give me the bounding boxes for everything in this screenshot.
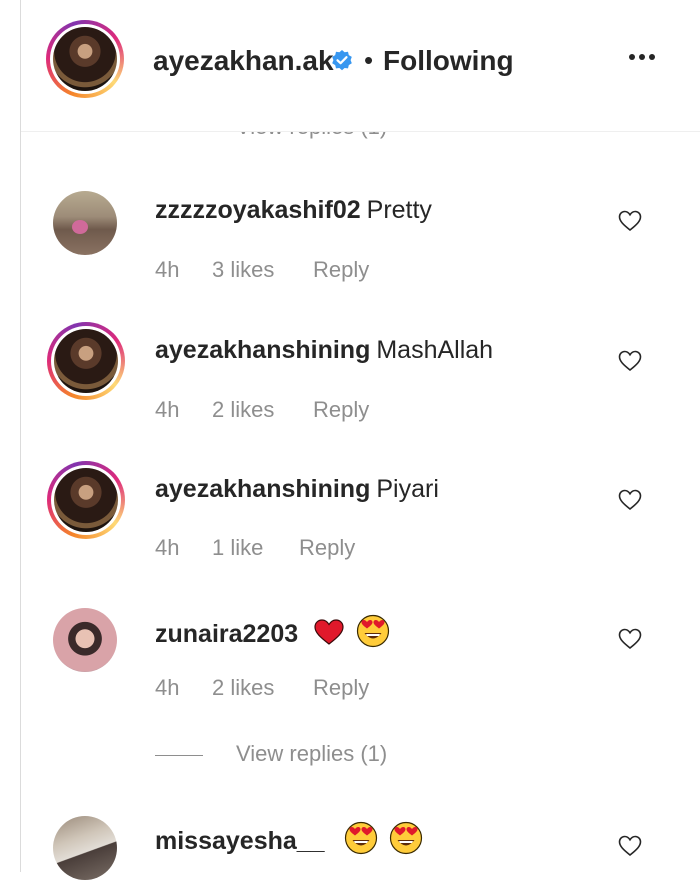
following-button[interactable]: Following: [383, 45, 514, 77]
view-replies-button[interactable]: View replies (1): [236, 741, 387, 767]
header-separator: •: [364, 45, 374, 75]
comment-likes[interactable]: 1 like: [212, 535, 299, 561]
comment-body: zunaira2203: [155, 614, 390, 649]
comment-avatar[interactable]: [53, 816, 117, 880]
comment-meta: 4h 2 likes Reply: [155, 675, 369, 701]
comment-time: 4h: [155, 397, 180, 422]
comment-username[interactable]: ayezakhanshining: [155, 336, 370, 364]
comment-meta: 4h 3 likes Reply: [155, 257, 369, 283]
heart-eyes-emoji: [344, 821, 377, 855]
reply-button[interactable]: Reply: [313, 675, 369, 701]
heart-outline-icon[interactable]: [617, 488, 643, 512]
comment-text: Pretty: [366, 196, 432, 224]
comment-time: 4h: [155, 257, 180, 282]
heart-outline-icon[interactable]: [617, 349, 643, 373]
heart-outline-icon[interactable]: [617, 209, 643, 233]
comment-username[interactable]: zzzzzoyakashif02: [155, 196, 361, 224]
comment-meta: 4h 1 like Reply: [155, 535, 355, 561]
comment-username[interactable]: ayezakhanshining: [155, 475, 370, 503]
comment-avatar[interactable]: [53, 191, 117, 255]
comment-avatar[interactable]: [47, 461, 125, 539]
comment-username[interactable]: missayesha__: [155, 827, 325, 855]
comment-time: 4h: [155, 535, 180, 560]
more-options-icon[interactable]: [629, 54, 655, 60]
replies-divider-line: [155, 755, 203, 756]
reply-button[interactable]: Reply: [313, 257, 369, 283]
comment-username[interactable]: zunaira2203: [155, 620, 298, 648]
comment-likes[interactable]: 2 likes: [212, 675, 313, 701]
comment-likes[interactable]: 3 likes: [212, 257, 313, 283]
verified-badge-icon: [332, 50, 352, 71]
comment-avatar[interactable]: [53, 608, 117, 672]
heart-eyes-emoji: [356, 614, 390, 648]
comment-text: MashAllah: [376, 336, 494, 364]
comment-body: zzzzzoyakashif02 Pretty: [155, 196, 432, 225]
comment-avatar[interactable]: [47, 322, 125, 400]
comment-body: ayezakhanshining MashAllah: [155, 336, 493, 365]
comment-meta: 4h 2 likes Reply: [155, 397, 369, 423]
post-header: ayezakhan.ak • Following: [21, 0, 700, 132]
header-avatar[interactable]: [46, 20, 124, 98]
heart-outline-icon[interactable]: [617, 834, 643, 858]
heart-eyes-emoji: [389, 821, 422, 855]
header-username[interactable]: ayezakhan.ak: [153, 45, 334, 77]
comment-likes[interactable]: 2 likes: [212, 397, 313, 423]
reply-button[interactable]: Reply: [313, 397, 369, 423]
comment-body: ayezakhanshining Piyari: [155, 475, 439, 504]
comment-time: 4h: [155, 675, 180, 700]
comment-body: missayesha__: [155, 821, 423, 856]
heart-outline-icon[interactable]: [617, 627, 643, 651]
comment-text: Piyari: [376, 475, 439, 503]
reply-button[interactable]: Reply: [299, 535, 355, 561]
red-heart-emoji: [314, 619, 344, 645]
